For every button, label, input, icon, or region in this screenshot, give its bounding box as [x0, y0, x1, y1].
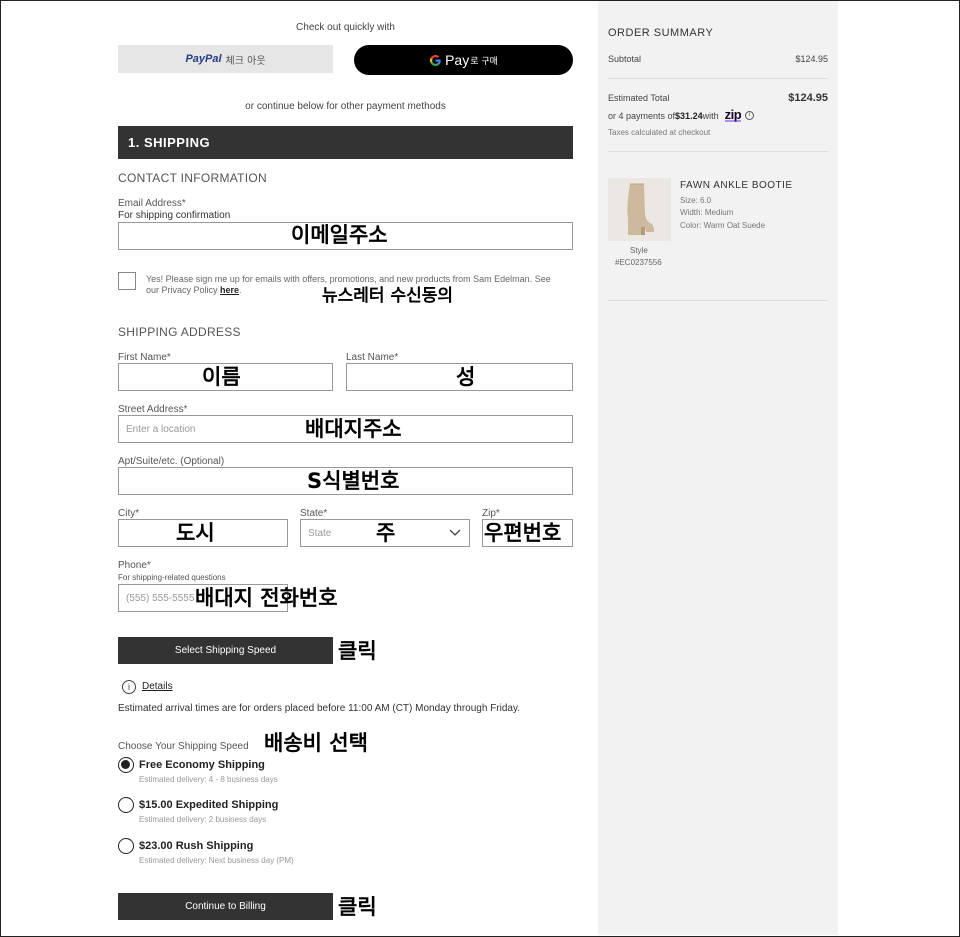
annotation-speed: 배송비 선택	[264, 731, 368, 755]
google-pay-button[interactable]: Pay 로 구매	[354, 45, 573, 75]
product-style-label: Style	[630, 246, 648, 255]
summary-divider	[608, 300, 828, 301]
state-select-value: State	[308, 527, 332, 539]
shipping-address-heading: SHIPPING ADDRESS	[118, 325, 241, 339]
product-color: Color: Warm Oat Suede	[680, 221, 766, 230]
email-label: Email Address*	[118, 198, 186, 209]
option-rush-sub: Estimated delivery: Next business day (P…	[139, 856, 294, 865]
gpay-brand: Pay	[445, 52, 470, 68]
estimated-total-label: Estimated Total	[608, 93, 670, 103]
apt-label: Apt/Suite/etc. (Optional)	[118, 456, 225, 467]
estimated-total-value: $124.95	[788, 92, 828, 104]
product-size: Size: 6.0	[680, 196, 712, 205]
subtotal-value: $124.95	[795, 54, 828, 64]
phone-label: Phone*	[118, 560, 151, 571]
taxes-note: Taxes calculated at checkout	[608, 128, 711, 137]
installments-amount: $31.24	[675, 110, 703, 121]
last-name-label: Last Name*	[346, 352, 399, 363]
street-address-label: Street Address*	[118, 404, 188, 415]
arrival-note: Estimated arrival times are for orders p…	[118, 703, 521, 714]
order-summary-title: ORDER SUMMARY	[608, 27, 714, 39]
annotation-phone: 배대지 전화번호	[195, 586, 338, 610]
details-link[interactable]: Details	[142, 681, 173, 692]
summary-divider	[608, 151, 828, 152]
shipping-speed-heading: Choose Your Shipping Speed	[118, 741, 249, 752]
annotation-last-name: 성	[456, 365, 476, 389]
street-address-placeholder: Enter a location	[126, 423, 196, 435]
paypal-suffix: 체크 아웃	[225, 55, 266, 67]
installments-line: or 4 payments of $31.24 with zip i	[608, 107, 755, 122]
first-name-label: First Name*	[118, 352, 171, 363]
annotation-street: 배대지주소	[305, 417, 402, 441]
product-width: Width: Medium	[680, 208, 734, 217]
paypal-button[interactable]: PayPal 체크 아웃	[118, 45, 333, 73]
radio-rush[interactable]	[118, 838, 134, 854]
order-summary-panel: ORDER SUMMARY Subtotal $124.95 Estimated…	[598, 1, 838, 935]
installments-suffix: with	[702, 110, 719, 121]
select-shipping-speed-button[interactable]: Select Shipping Speed	[118, 637, 333, 664]
phone-sublabel: For shipping-related questions	[118, 573, 226, 582]
google-g-icon	[430, 54, 441, 66]
option-expedited-sub: Estimated delivery: 2 business days	[139, 815, 267, 824]
ankle-boot-image	[627, 183, 654, 235]
annotation-apt: S식별번호	[307, 469, 400, 493]
paypal-logo: PayPal	[185, 53, 222, 65]
annotation-zip: 우편번호	[484, 521, 562, 545]
annotation-city: 도시	[176, 521, 215, 545]
continue-to-billing-button[interactable]: Continue to Billing	[118, 893, 333, 920]
summary-divider	[608, 78, 828, 79]
installments-prefix: or 4 payments of	[608, 110, 676, 121]
email-sublabel: For shipping confirmation	[118, 210, 231, 221]
phone-placeholder: (555) 555-5555	[126, 592, 195, 604]
radio-free-economy[interactable]	[118, 757, 134, 773]
newsletter-checkbox[interactable]	[118, 272, 136, 290]
option-free-economy-name: Free Economy Shipping	[139, 759, 265, 771]
option-expedited-name: $15.00 Expedited Shipping	[139, 799, 279, 811]
info-icon: i	[122, 680, 136, 694]
annotation-first-name: 이름	[202, 365, 241, 389]
shipping-section-header: 1. SHIPPING	[118, 126, 573, 159]
contact-info-heading: CONTACT INFORMATION	[118, 171, 268, 185]
product-name[interactable]: FAWN ANKLE BOOTIE	[680, 180, 793, 191]
zip-info-icon[interactable]: i	[745, 111, 755, 120]
or-continue-text: or continue below for other payment meth…	[245, 101, 446, 112]
annotation-click-1: 클릭	[338, 639, 377, 663]
subtotal-label: Subtotal	[608, 54, 642, 64]
state-label: State*	[300, 508, 328, 519]
annotation-email: 이메일주소	[291, 223, 388, 247]
shipping-section-title: 1. SHIPPING	[128, 135, 211, 150]
option-rush-name: $23.00 Rush Shipping	[139, 840, 254, 852]
option-free-economy-sub: Estimated delivery: 4 - 8 business days	[139, 775, 278, 784]
annotation-click-2: 클릭	[338, 895, 377, 919]
city-label: City*	[118, 508, 140, 519]
zip-logo: zip	[724, 107, 742, 122]
annotation-newsletter: 뉴스레터 수신동의	[322, 286, 454, 306]
product-thumbnail[interactable]	[608, 178, 671, 241]
radio-expedited[interactable]	[118, 797, 134, 813]
zip-label: Zip*	[482, 508, 500, 519]
annotation-state: 주	[376, 521, 396, 545]
gpay-suffix: 로 구매	[470, 56, 498, 67]
product-style-code: #EC0237556	[615, 258, 662, 267]
express-checkout-heading: Check out quickly with	[296, 22, 395, 33]
privacy-policy-link[interactable]: here	[220, 285, 239, 295]
chevron-down-icon	[449, 529, 461, 536]
